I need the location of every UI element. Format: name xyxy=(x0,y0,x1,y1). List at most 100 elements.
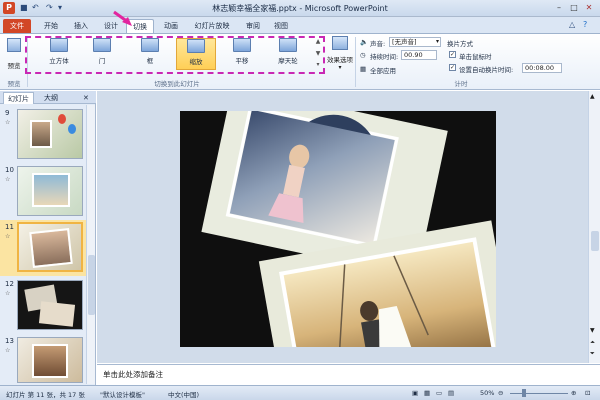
sound-icon: 🔈 xyxy=(360,38,369,46)
photo xyxy=(32,344,68,378)
previous-slide-icon[interactable]: ⏶ xyxy=(590,339,595,347)
tab-slideshow[interactable]: 幻灯片放映 xyxy=(188,19,236,33)
notes-placeholder: 单击此处添加备注 xyxy=(103,370,163,379)
transition-label: 平移 xyxy=(235,57,249,65)
normal-view-icon[interactable]: ▣ xyxy=(412,389,418,397)
slide-artwork xyxy=(201,111,496,347)
notes-pane[interactable]: 单击此处添加备注 xyxy=(97,364,600,385)
effect-options-button[interactable]: 效果选项 ▾ xyxy=(326,36,354,71)
apply-all-button[interactable]: 全部应用 xyxy=(370,65,396,75)
after-time-input[interactable]: 00:08.00 xyxy=(522,63,562,73)
theme-name[interactable]: "默认设计模板" xyxy=(100,389,145,399)
fit-to-window-icon[interactable]: ⊡ xyxy=(585,389,590,397)
slide-sorter-icon[interactable]: ▦ xyxy=(424,389,430,397)
after-time-value: 00:08.00 xyxy=(525,64,555,72)
tab-outline[interactable]: 大纲 xyxy=(40,92,62,104)
tab-slides[interactable]: 幻灯片 xyxy=(3,92,34,104)
transition-star-icon: ☆ xyxy=(5,119,11,126)
cube-transition-icon xyxy=(50,38,68,52)
duration-label: 持续时间: xyxy=(370,53,399,61)
zoom-out-icon[interactable]: ⊖ xyxy=(498,389,503,397)
slide-thumbnail-10[interactable] xyxy=(17,166,83,216)
slide-thumbnail-11[interactable] xyxy=(17,222,83,272)
tab-review[interactable]: 审阅 xyxy=(240,19,266,33)
preview-button[interactable]: 预览 xyxy=(4,38,24,70)
transition-label: 摩天轮 xyxy=(278,57,298,65)
box-transition-icon xyxy=(141,38,159,52)
slide-thumbnail-12[interactable] xyxy=(17,280,83,330)
tab-insert[interactable]: 插入 xyxy=(68,19,94,33)
tab-animations[interactable]: 动画 xyxy=(158,19,184,33)
slide-count: 幻灯片 第 11 张，共 17 张 xyxy=(6,391,85,399)
ferris-wheel-transition-icon xyxy=(279,38,297,52)
sound-label: 声音: xyxy=(370,40,386,48)
close-pane-icon[interactable]: ✕ xyxy=(83,92,89,104)
photo xyxy=(32,173,70,207)
help-icon[interactable]: ? xyxy=(583,20,587,29)
maximize-icon[interactable]: □ xyxy=(567,2,581,13)
transition-label: 缩放 xyxy=(189,58,203,66)
photo xyxy=(29,228,73,268)
gallery-down-icon[interactable]: ▼ xyxy=(314,50,322,60)
transition-label: 框 xyxy=(146,57,154,65)
slide-editing-area xyxy=(97,91,588,363)
group-label-timing: 计时 xyxy=(454,80,468,88)
transition-door[interactable]: 门 xyxy=(84,38,120,70)
transition-ferris-wheel[interactable]: 摩天轮 xyxy=(270,38,306,70)
sound-value: [无声音] xyxy=(392,38,417,46)
tab-home[interactable]: 开始 xyxy=(38,19,64,33)
transition-star-icon: ☆ xyxy=(5,233,11,240)
group-label-transition: 切换到此幻灯片 xyxy=(154,80,200,88)
slide-thumbnail-13[interactable] xyxy=(17,337,83,383)
slideshow-icon[interactable]: ▤ xyxy=(448,389,454,397)
zoom-slider[interactable] xyxy=(510,393,568,394)
transition-label: 门 xyxy=(98,57,106,65)
scroll-up-icon[interactable]: ▲ xyxy=(590,93,595,100)
language[interactable]: 中文(中国) xyxy=(168,389,199,399)
current-slide[interactable] xyxy=(180,111,496,347)
gallery-up-icon[interactable]: ▲ xyxy=(314,38,322,48)
zoom-in-icon[interactable]: ⊕ xyxy=(571,389,576,397)
minimize-icon[interactable]: – xyxy=(552,2,566,13)
window-title: 林志颖幸福全家福.pptx - Microsoft PowerPoint xyxy=(212,4,388,13)
transition-cube[interactable]: 立方体 xyxy=(41,38,77,70)
transition-star-icon: ☆ xyxy=(5,176,11,183)
scroll-thumb[interactable] xyxy=(88,255,95,315)
zoom-slider-thumb[interactable] xyxy=(522,389,526,397)
slides-pane-scrollbar[interactable] xyxy=(86,105,95,384)
tab-view[interactable]: 视图 xyxy=(268,19,294,33)
transition-pan[interactable]: 平移 xyxy=(224,38,260,70)
status-bar: 幻灯片 第 11 张，共 17 张 "默认设计模板" 中文(中国) ▣ ▦ ▭ … xyxy=(0,385,600,400)
chevron-down-icon: ▾ xyxy=(338,64,342,71)
transition-label: 立方体 xyxy=(49,57,69,65)
transition-box[interactable]: 框 xyxy=(132,38,168,70)
duration-input[interactable]: 00.90 xyxy=(401,50,437,60)
scroll-down-icon[interactable]: ▼ xyxy=(590,327,595,334)
slide-thumbnail-9[interactable] xyxy=(17,109,83,159)
thumb-number: 10 xyxy=(5,166,14,174)
effect-options-label: 效果选项 xyxy=(327,56,353,64)
pan-transition-icon xyxy=(233,38,251,52)
transition-star-icon: ☆ xyxy=(5,347,11,354)
next-slide-icon[interactable]: ⏷ xyxy=(590,350,595,358)
door-transition-icon xyxy=(93,38,111,52)
gallery-more-icon[interactable]: ▾ xyxy=(314,61,322,71)
main-scrollbar[interactable]: ▲ ▼ ⏶ ⏷ xyxy=(588,91,600,363)
thumb-number: 9 xyxy=(5,109,10,117)
transition-zoom[interactable]: 缩放 xyxy=(176,38,216,70)
duration-value: 00.90 xyxy=(404,51,423,59)
effect-options-icon xyxy=(332,36,348,50)
scroll-thumb[interactable] xyxy=(591,231,599,251)
zoom-level[interactable]: 50% xyxy=(480,389,494,397)
minimize-ribbon-icon[interactable]: △ xyxy=(569,20,575,29)
preview-label: 预览 xyxy=(7,62,21,70)
ribbon: 预览 预览 立方体 门 框 缩放 平移 摩天轮 ▲ ▼ ▾ 切换到此幻灯片 效果… xyxy=(0,33,600,90)
preview-icon xyxy=(7,38,21,52)
balloon-icon xyxy=(58,114,66,124)
on-click-checkbox[interactable]: ✓ xyxy=(449,51,456,58)
tab-file[interactable]: 文件 xyxy=(3,19,31,33)
reading-view-icon[interactable]: ▭ xyxy=(436,389,442,397)
after-time-checkbox[interactable]: ✓ xyxy=(449,64,456,71)
close-window-icon[interactable]: ✕ xyxy=(582,2,596,13)
sound-select[interactable]: [无声音] ▾ xyxy=(389,37,441,47)
